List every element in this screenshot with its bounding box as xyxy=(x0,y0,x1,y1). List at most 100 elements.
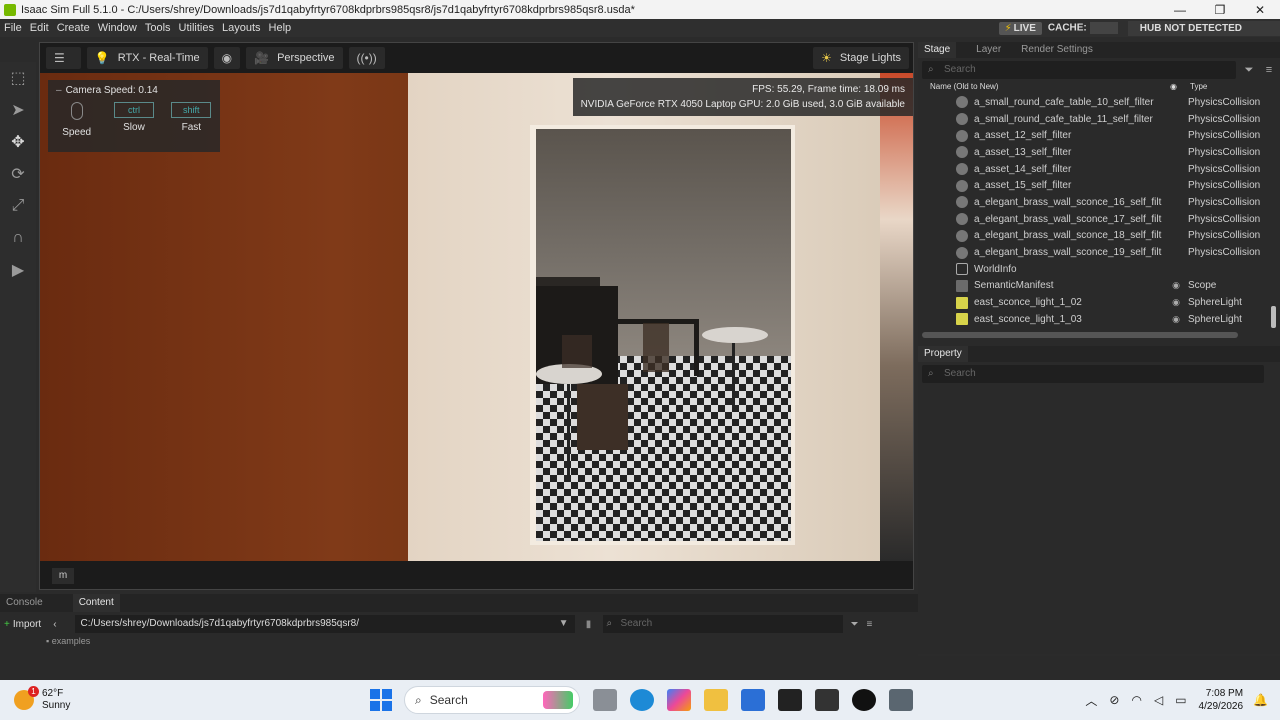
stage-tree-row[interactable]: a_asset_14_self_filter PhysicsCollision xyxy=(918,161,1280,178)
epic-games-icon[interactable] xyxy=(778,689,802,711)
scene-chair-3 xyxy=(561,335,593,368)
copilot-icon[interactable] xyxy=(667,689,691,711)
import-button[interactable]: + Import xyxy=(4,619,41,630)
network-off-icon[interactable]: ⊘ xyxy=(1109,693,1119,707)
menu-utilities[interactable]: Utilities xyxy=(175,22,218,34)
snap-magnet-icon[interactable]: ∩ xyxy=(0,222,36,254)
edge-browser-icon[interactable] xyxy=(630,689,654,711)
camera-button[interactable]: 🎥 Perspective xyxy=(246,47,343,69)
stage-vertical-scrollbar[interactable] xyxy=(1271,306,1276,328)
volume-icon[interactable]: ◁ xyxy=(1154,693,1163,707)
status-strip xyxy=(0,656,1280,680)
menu-edit[interactable]: Edit xyxy=(26,22,53,34)
remote-app-icon[interactable] xyxy=(852,689,876,711)
content-folder-row[interactable]: ▪ examples xyxy=(0,636,918,648)
minimize-button[interactable]: — xyxy=(1160,3,1200,17)
battery-icon[interactable]: ▭ xyxy=(1175,693,1186,707)
file-explorer-icon[interactable] xyxy=(704,689,728,711)
terminal-icon[interactable] xyxy=(815,689,839,711)
collapse-icon[interactable]: – xyxy=(56,85,62,96)
menu-icon[interactable]: ≡ xyxy=(867,619,873,630)
tab-console[interactable]: Console xyxy=(0,594,49,612)
clock[interactable]: 7:08 PM 4/29/2026 xyxy=(1199,687,1244,713)
maximize-button[interactable]: ❐ xyxy=(1200,3,1240,17)
stage-search-input[interactable]: ⌕ Search xyxy=(922,61,1236,79)
sphere-icon xyxy=(956,146,968,159)
col-type[interactable]: Type xyxy=(1190,82,1207,94)
visibility-eye-icon[interactable]: ◉ xyxy=(1164,297,1188,308)
tab-render-settings[interactable]: Render Settings xyxy=(1015,42,1099,58)
tab-stage[interactable]: Stage xyxy=(918,42,957,58)
tab-property[interactable]: Property xyxy=(918,346,968,362)
taskbar-search[interactable]: ⌕ Search xyxy=(404,686,580,714)
microsoft-store-icon[interactable] xyxy=(741,689,765,711)
wifi-icon[interactable]: ◠ xyxy=(1131,693,1141,707)
sun-icon: ☀ xyxy=(821,51,832,65)
task-view-icon[interactable] xyxy=(593,689,617,711)
taskbar-center: ⌕ Search xyxy=(370,680,913,720)
settings-button[interactable]: ☰ xyxy=(46,47,81,69)
menu-help[interactable]: Help xyxy=(265,22,296,34)
menu-create[interactable]: Create xyxy=(53,22,94,34)
broadcast-button[interactable]: ((•)) xyxy=(348,47,385,69)
stage-tree-row[interactable]: SemanticManifest ◉ Scope xyxy=(918,278,1280,295)
tab-layer[interactable]: Layer xyxy=(970,42,1007,58)
menu-layouts[interactable]: Layouts xyxy=(218,22,265,34)
speed-label: Speed xyxy=(62,127,92,138)
menu-tools[interactable]: Tools xyxy=(141,22,175,34)
back-arrow-icon[interactable]: ‹ xyxy=(53,619,56,630)
weather-condition: Sunny xyxy=(42,700,71,711)
live-toggle[interactable]: ⚡ LIVE xyxy=(998,21,1042,35)
stage-tree-row[interactable]: a_small_round_cafe_table_11_self_filter P… xyxy=(918,111,1280,128)
visibility-eye-icon[interactable]: ◉ xyxy=(1164,314,1188,325)
rotate-icon[interactable]: ⟳ xyxy=(0,158,36,190)
stage-tree-row[interactable]: a_small_round_cafe_table_10_self_filter P… xyxy=(918,94,1280,111)
scale-icon[interactable]: ⤢ xyxy=(0,190,36,222)
isaac-sim-app-icon xyxy=(4,3,16,16)
stage-tree-row[interactable]: a_asset_13_self_filter PhysicsCollision xyxy=(918,144,1280,161)
menu-icon[interactable]: ≡ xyxy=(1262,64,1276,76)
render-mode-button[interactable]: 💡 RTX - Real-Time xyxy=(86,47,208,69)
property-search-input[interactable]: ⌕ Search xyxy=(922,365,1264,383)
stage-tree-row[interactable]: east_sconce_light_1_03 ◉ SphereLight xyxy=(918,311,1280,328)
filter-icon[interactable]: ⏷ xyxy=(1242,64,1256,77)
stage-tree-row[interactable]: a_elegant_brass_wall_sconce_17_self_filt… xyxy=(918,211,1280,228)
content-search-input[interactable]: ⌕ Search xyxy=(602,615,843,633)
play-icon[interactable]: ▶ xyxy=(0,254,36,286)
stage-horizontal-scrollbar[interactable] xyxy=(922,332,1238,338)
chevron-up-icon[interactable]: ︿ xyxy=(1085,692,1097,709)
stage-tree-row[interactable]: a_asset_12_self_filter PhysicsCollision xyxy=(918,127,1280,144)
m-button[interactable]: m xyxy=(52,568,74,584)
stage-tree-row[interactable]: a_elegant_brass_wall_sconce_19_self_filt… xyxy=(918,244,1280,261)
stage-tree-row[interactable]: WorldInfo xyxy=(918,261,1280,278)
property-search-row: ⌕ Search xyxy=(918,362,1280,386)
close-button[interactable]: ✕ xyxy=(1240,3,1280,17)
select-mode-icon[interactable]: ⬚ xyxy=(0,62,36,94)
select-arrow-icon[interactable]: ➤ xyxy=(0,94,36,126)
scene-right-frame xyxy=(880,73,913,561)
menu-window[interactable]: Window xyxy=(94,22,141,34)
col-name[interactable]: Name (Old to New) xyxy=(930,82,1170,94)
menu-file[interactable]: File xyxy=(0,22,26,34)
viewport[interactable]: ☰ 💡 RTX - Real-Time ◉ 🎥 Perspective ((•)) … xyxy=(39,42,914,590)
visibility-button[interactable]: ◉ xyxy=(213,47,241,69)
bookmark-icon[interactable]: ▮ xyxy=(581,619,597,630)
stage-tree-row[interactable]: a_asset_15_self_filter PhysicsCollision xyxy=(918,177,1280,194)
bottom-tabbar: Console Content xyxy=(0,594,918,612)
filter-icon[interactable]: ⏷ xyxy=(851,619,859,630)
stage-tree-row[interactable]: a_elegant_brass_wall_sconce_18_self_filt… xyxy=(918,228,1280,245)
chevron-down-icon[interactable]: ▼ xyxy=(559,615,569,633)
stage-lights-button[interactable]: ☀ Stage Lights xyxy=(813,47,909,69)
content-toolbar: + Import ‹ C:/Users/shrey/Downloads/js7d1… xyxy=(0,612,918,636)
isaac-sim-taskbar-icon[interactable] xyxy=(889,689,913,711)
shift-key-box: shift xyxy=(171,102,212,118)
notifications-icon[interactable]: 🔔 xyxy=(1253,693,1268,707)
stage-tree-row[interactable]: a_elegant_brass_wall_sconce_16_self_filt… xyxy=(918,194,1280,211)
weather-widget[interactable]: 1 62°F Sunny xyxy=(14,686,134,712)
visibility-eye-icon[interactable]: ◉ xyxy=(1164,280,1188,291)
tab-content[interactable]: Content xyxy=(72,594,120,612)
move-icon[interactable]: ✥ xyxy=(0,126,36,158)
windows-start-icon[interactable] xyxy=(370,689,392,711)
stage-tree-row[interactable]: east_sconce_light_1_02 ◉ SphereLight xyxy=(918,294,1280,311)
content-path-input[interactable]: C:/Users/shrey/Downloads/js7d1qabyfrtyr6… xyxy=(74,615,575,633)
